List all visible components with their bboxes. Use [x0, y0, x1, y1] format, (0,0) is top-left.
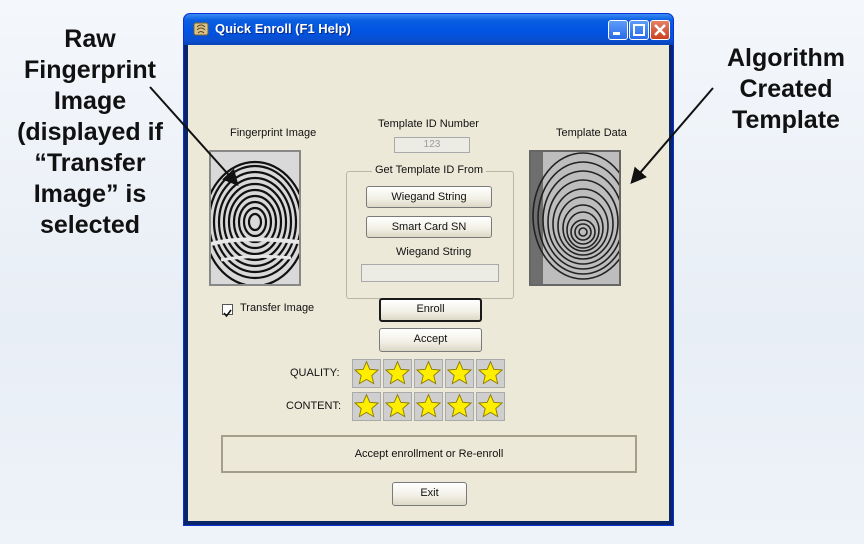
smart-card-sn-button[interactable]: Smart Card SN: [366, 216, 492, 238]
wiegand-string-button[interactable]: Wiegand String: [366, 186, 492, 208]
quality-label: QUALITY:: [290, 367, 340, 379]
window-client-area: Fingerprint Image Template ID Number 123…: [188, 45, 669, 521]
checkmark-icon: [223, 309, 232, 318]
template-id-label: Template ID Number: [378, 118, 479, 130]
transfer-image-label[interactable]: Transfer Image: [240, 302, 314, 314]
maximize-icon: [633, 24, 645, 36]
template-data-image: [529, 150, 634, 286]
quick-enroll-window: Quick Enroll (F1 Help) Fingerprint Image: [183, 13, 674, 526]
star-icon: [476, 392, 505, 421]
star-icon: [414, 392, 443, 421]
minimize-icon: [613, 32, 620, 35]
annotation-raw-fingerprint: Raw Fingerprint Image (displayed if “Tra…: [17, 25, 163, 239]
enroll-button[interactable]: Enroll: [379, 298, 482, 322]
star-icon: [352, 359, 381, 388]
app-icon: [193, 22, 209, 36]
exit-button[interactable]: Exit: [392, 482, 467, 506]
star-icon: [476, 359, 505, 388]
fingerprint-graphic: [202, 152, 308, 288]
template-graphic: [531, 152, 634, 284]
wiegand-string-label: Wiegand String: [396, 246, 472, 258]
star-icon: [445, 359, 474, 388]
star-icon: [352, 392, 381, 421]
status-message: Accept enrollment or Re-enroll: [221, 435, 637, 473]
close-button[interactable]: [650, 20, 670, 40]
template-data-label: Template Data: [556, 127, 627, 139]
wiegand-string-field[interactable]: [361, 264, 499, 282]
transfer-image-checkbox[interactable]: [222, 304, 233, 318]
fingerprint-image-label: Fingerprint Image: [230, 127, 317, 139]
content-label: CONTENT:: [286, 400, 341, 412]
accept-button[interactable]: Accept: [379, 328, 482, 352]
window-title: Quick Enroll (F1 Help): [215, 21, 351, 36]
get-template-title: Get Template ID From: [372, 164, 486, 176]
template-id-field[interactable]: 123: [394, 137, 470, 153]
star-icon: [383, 359, 412, 388]
star-icon: [445, 392, 474, 421]
minimize-button[interactable]: [608, 20, 628, 40]
maximize-button[interactable]: [629, 20, 649, 40]
content-stars: [352, 392, 505, 421]
close-icon: [654, 24, 666, 36]
fingerprint-image: [202, 150, 308, 288]
annotation-algorithm-template: Algorithm Created Template: [726, 44, 846, 134]
star-icon: [383, 392, 412, 421]
quality-stars: [352, 359, 505, 388]
star-icon: [414, 359, 443, 388]
title-bar[interactable]: Quick Enroll (F1 Help): [184, 14, 673, 45]
